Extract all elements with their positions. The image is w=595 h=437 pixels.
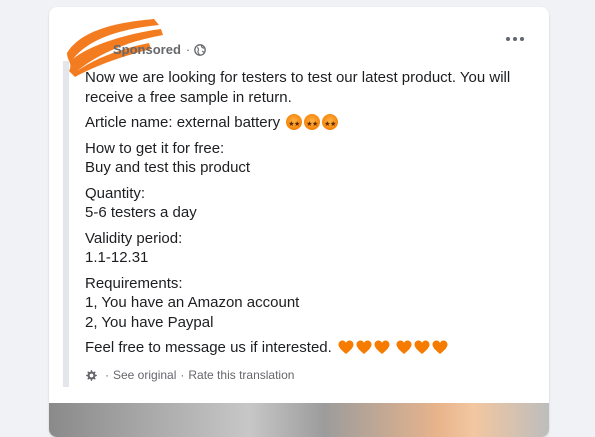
post-meta: Sponsored · [113,42,207,57]
post-paragraph: Quantity: 5-6 testers a day [85,184,197,222]
more-dot [513,37,517,41]
post-paragraph-text: Feel free to message us if interested. [85,339,332,356]
translation-separator: · [105,368,109,382]
sponsored-post-card: Sponsored · Now we are looking for teste… [49,7,549,437]
rate-translation-link[interactable]: Rate this translation [188,368,294,382]
quote-bar [63,61,69,387]
post-paragraph: Requirements: 1, You have an Amazon acco… [85,274,300,331]
sponsored-label[interactable]: Sponsored [113,42,181,57]
post-paragraph: How to get it for free: Buy and test thi… [85,139,251,177]
star-struck-emoji [322,114,339,135]
orange-heart-emoji [338,340,354,354]
meta-separator: · [185,42,191,57]
more-dot [520,37,524,41]
post-paragraph-closing: Feel free to message us if interested. [85,338,535,358]
post-paragraph: Validity period: 1.1-12.31 [85,229,183,267]
star-struck-emoji [304,114,321,135]
translation-bar: · See original · Rate this translation [85,368,294,382]
post-image[interactable] [49,403,549,437]
orange-heart-emoji [396,340,412,354]
gear-icon[interactable] [85,369,98,382]
orange-heart-emoji [414,340,430,354]
star-struck-emoji [286,114,303,135]
post-paragraph-text: Article name: external battery [85,114,281,131]
translation-separator: · [180,368,185,382]
post-body: Now we are looking for testers to test o… [85,68,535,364]
globe-icon[interactable] [194,43,207,56]
orange-heart-emoji [374,340,390,354]
more-dot [506,37,510,41]
post-paragraph: Now we are looking for testers to test o… [85,69,511,106]
see-original-link[interactable]: See original [113,368,176,382]
orange-heart-emoji [432,340,448,354]
more-options-icon[interactable] [499,29,531,49]
orange-heart-emoji [356,340,372,354]
post-paragraph-article: Article name: external battery [85,113,535,135]
